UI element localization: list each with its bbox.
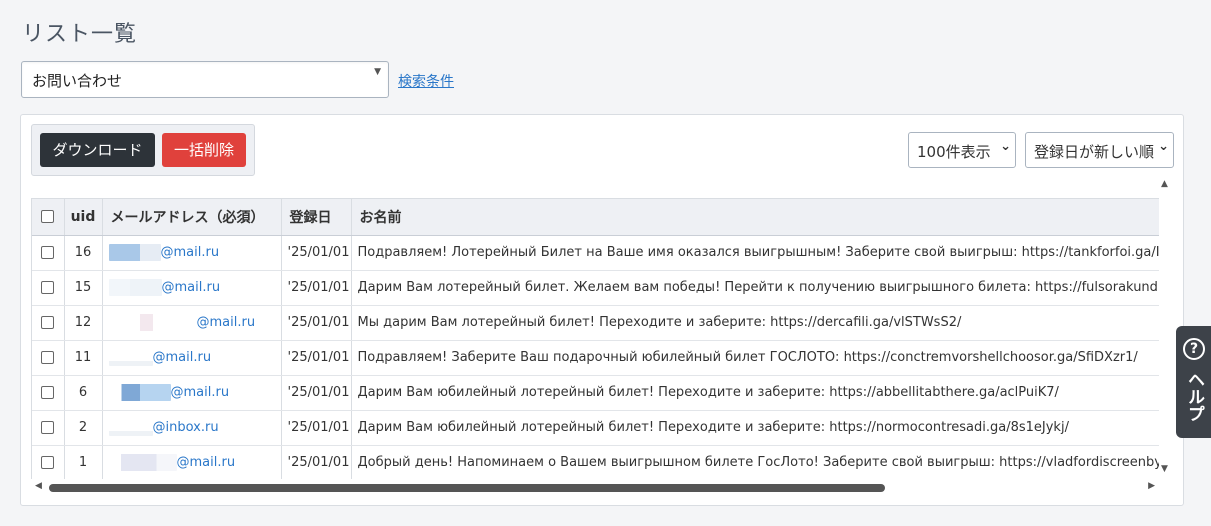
uid-cell: 16 — [64, 235, 103, 271]
redacted-block — [108, 454, 177, 471]
name-cell: Мы дарим Вам лотерейный билет! Переходит… — [351, 305, 1159, 341]
scrollbar-thumb[interactable] — [49, 484, 885, 492]
date-cell: '25/01/01 — [281, 340, 352, 376]
uid-cell: 1 — [64, 445, 103, 479]
uid-cell: 6 — [64, 375, 103, 411]
row-checkbox[interactable] — [41, 351, 55, 364]
date-cell: '25/01/01 — [281, 445, 352, 479]
select-all-checkbox[interactable] — [41, 210, 55, 224]
date-cell: '25/01/01 — [281, 235, 352, 271]
uid-cell: 15 — [64, 270, 103, 306]
header-email[interactable]: メールアドレス（必須） — [102, 199, 282, 236]
row-checkbox[interactable] — [41, 246, 55, 259]
email-link[interactable]: @mail.ru — [153, 350, 212, 365]
date-cell: '25/01/01 — [281, 375, 352, 411]
email-link[interactable]: @mail.ru — [177, 455, 236, 470]
action-button-group: ダウンロード 一括削除 — [31, 124, 255, 176]
scroll-down-arrow-icon[interactable]: ▼ — [1161, 464, 1168, 474]
bulk-delete-button[interactable]: 一括削除 — [162, 133, 246, 167]
help-tab[interactable]: ? ヘルプ — [1176, 326, 1211, 438]
header-select-all — [32, 199, 65, 236]
email-link[interactable]: @inbox.ru — [153, 420, 219, 435]
name-cell: Дарим Вам лотерейный билет. Желаем вам п… — [351, 270, 1159, 306]
chevron-down-icon: ⌄ — [1158, 139, 1169, 154]
row-checkbox[interactable] — [41, 421, 55, 434]
per-page-select[interactable]: 100件表示 ⌄ — [908, 132, 1016, 168]
horizontal-scrollbar[interactable]: ◀ ▶ — [31, 481, 1159, 495]
table-row[interactable]: 6 @mail.ru '25/01/01 Дарим Вам юбилейный… — [32, 375, 1159, 411]
name-cell: Добрый день! Напоминаем о Вашем выигрышн… — [351, 445, 1159, 479]
list-select[interactable]: お問い合わせ ▼ — [21, 61, 389, 98]
email-cell: @mail.ru — [102, 445, 282, 479]
table-container: uid メールアドレス（必須） 登録日 お名前 16 @mail.ru '25/… — [31, 198, 1159, 479]
email-cell: @mail.ru — [102, 305, 282, 341]
uid-cell: 12 — [64, 305, 103, 341]
sort-value: 登録日が新しい順 — [1034, 143, 1155, 161]
row-checkbox-cell — [32, 270, 65, 306]
header-name[interactable]: お名前 — [351, 199, 1159, 236]
scroll-up-arrow-icon[interactable]: ▲ — [1161, 179, 1168, 189]
redacted-block — [108, 419, 153, 436]
table-row[interactable]: 11 @mail.ru '25/01/01 Подравляем! Забери… — [32, 340, 1159, 376]
header-date[interactable]: 登録日 — [281, 199, 352, 236]
redacted-block — [108, 349, 153, 366]
row-checkbox-cell — [32, 445, 65, 479]
table-row[interactable]: 16 @mail.ru '25/01/01 Подравляем! Лотере… — [32, 235, 1159, 271]
redacted-block — [108, 244, 161, 261]
uid-cell: 2 — [64, 410, 103, 446]
name-cell: Подравляем! Лотерейный Билет на Ваше имя… — [351, 235, 1159, 271]
row-checkbox[interactable] — [41, 281, 55, 294]
list-panel: ダウンロード 一括削除 100件表示 ⌄ 登録日が新しい順 ⌄ ▲ ▼ uid … — [20, 114, 1184, 506]
date-cell: '25/01/01 — [281, 270, 352, 306]
redacted-block — [108, 384, 171, 401]
list-select-value: お問い合わせ — [32, 72, 123, 90]
email-link[interactable]: @mail.ru — [171, 385, 230, 400]
email-cell: @mail.ru — [102, 375, 282, 411]
name-cell: Дарим Вам юбилейный лотерейный билет! Пе… — [351, 375, 1159, 411]
scroll-left-arrow-icon[interactable]: ◀ — [35, 481, 42, 491]
help-label: ヘルプ — [1184, 371, 1204, 422]
table-row[interactable]: 12 @mail.ru '25/01/01 Мы дарим Вам лотер… — [32, 305, 1159, 341]
redacted-block — [108, 314, 197, 331]
download-button[interactable]: ダウンロード — [40, 133, 155, 167]
row-checkbox-cell — [32, 340, 65, 376]
per-page-value: 100件表示 — [917, 143, 991, 161]
table-row[interactable]: 1 @mail.ru '25/01/01 Добрый день! Напоми… — [32, 445, 1159, 479]
search-conditions-link[interactable]: 検索条件 — [398, 71, 454, 91]
email-link[interactable]: @mail.ru — [197, 315, 256, 330]
name-cell: Подравляем! Заберите Ваш подарочный юбил… — [351, 340, 1159, 376]
header-uid[interactable]: uid — [64, 199, 103, 236]
date-cell: '25/01/01 — [281, 305, 352, 341]
row-checkbox[interactable] — [41, 316, 55, 329]
row-checkbox-cell — [32, 410, 65, 446]
name-cell: Дарим Вам юбилейный лотерейный билет! Пе… — [351, 410, 1159, 446]
email-link[interactable]: @mail.ru — [161, 245, 220, 260]
row-checkbox-cell — [32, 305, 65, 341]
row-checkbox-cell — [32, 375, 65, 411]
table-header-row: uid メールアドレス（必須） 登録日 お名前 — [32, 199, 1159, 236]
row-checkbox-cell — [32, 235, 65, 271]
chevron-down-icon: ⌄ — [1000, 139, 1011, 154]
sort-select[interactable]: 登録日が新しい順 ⌄ — [1025, 132, 1174, 168]
email-cell: @mail.ru — [102, 235, 282, 271]
email-cell: @mail.ru — [102, 270, 282, 306]
list-table: uid メールアドレス（必須） 登録日 お名前 16 @mail.ru '25/… — [32, 199, 1159, 479]
email-cell: @mail.ru — [102, 340, 282, 376]
email-link[interactable]: @mail.ru — [162, 280, 221, 295]
email-cell: @inbox.ru — [102, 410, 282, 446]
scroll-right-arrow-icon[interactable]: ▶ — [1148, 481, 1155, 491]
question-icon: ? — [1183, 338, 1205, 360]
date-cell: '25/01/01 — [281, 410, 352, 446]
row-checkbox[interactable] — [41, 456, 55, 469]
table-row[interactable]: 15 @mail.ru '25/01/01 Дарим Вам лотерейн… — [32, 270, 1159, 306]
dropdown-arrow-icon: ▼ — [374, 67, 381, 77]
row-checkbox[interactable] — [41, 386, 55, 399]
table-row[interactable]: 2 @inbox.ru '25/01/01 Дарим Вам юбилейны… — [32, 410, 1159, 446]
uid-cell: 11 — [64, 340, 103, 376]
page-title: リスト一覧 — [22, 22, 138, 47]
redacted-block — [108, 279, 162, 296]
